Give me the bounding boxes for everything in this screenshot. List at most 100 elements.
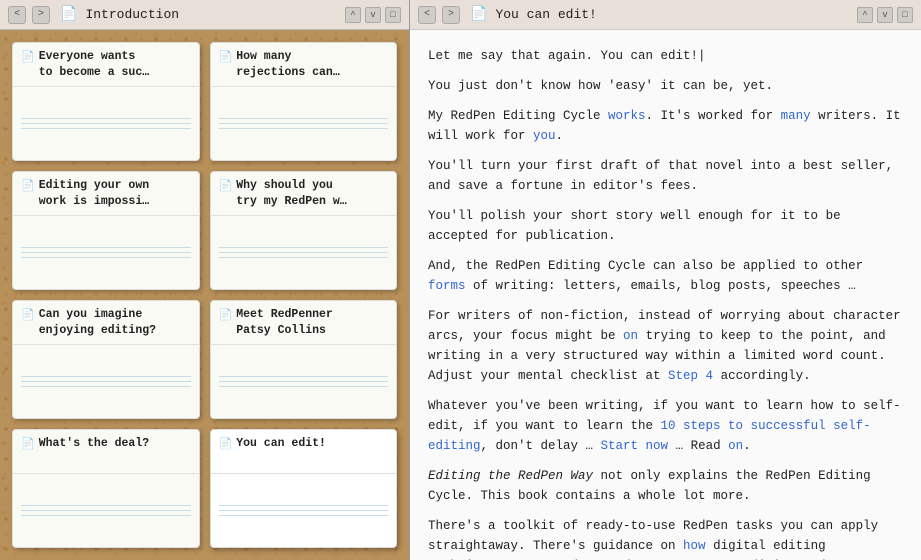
card-line xyxy=(21,376,191,377)
card-lines-4 xyxy=(211,216,397,289)
link-works[interactable]: works xyxy=(608,109,646,123)
card-header-4: 📄 Why should youtry my RedPen w… xyxy=(211,172,397,216)
card-doc-icon-2: 📄 xyxy=(219,50,233,64)
card-lines-3 xyxy=(13,216,199,289)
index-card-5[interactable]: 📄 Can you imagineenjoying editing? xyxy=(12,300,200,419)
link-many[interactable]: many xyxy=(781,109,811,123)
index-card-2[interactable]: 📄 How manyrejections can… xyxy=(210,42,398,161)
card-lines-7 xyxy=(13,474,199,547)
left-doc-icon: 📄 xyxy=(60,6,77,23)
card-line xyxy=(21,123,191,124)
card-line xyxy=(219,386,389,387)
card-title-5: Can you imagineenjoying editing? xyxy=(39,307,156,338)
link-forms[interactable]: forms xyxy=(428,279,466,293)
right-panel: < > 📄 You can edit! ^ v □ Let me say tha… xyxy=(410,0,921,560)
card-line xyxy=(219,128,389,129)
link-step4[interactable]: Step 4 xyxy=(668,369,713,383)
card-header-1: 📄 Everyone wantsto become a suc… xyxy=(13,43,199,87)
card-header-6: 📄 Meet RedPennerPatsy Collins xyxy=(211,301,397,345)
left-win-btn-max[interactable]: □ xyxy=(385,7,401,23)
card-doc-icon-6: 📄 xyxy=(219,308,233,322)
card-line xyxy=(21,252,191,253)
right-win-btn-max[interactable]: □ xyxy=(897,7,913,23)
card-lines-5 xyxy=(13,345,199,418)
link-how[interactable]: how xyxy=(683,539,706,553)
right-doc-icon: 📄 xyxy=(470,6,487,23)
card-line xyxy=(21,128,191,129)
card-line xyxy=(21,510,191,511)
paragraph-5: You'll polish your short story well enou… xyxy=(428,206,903,246)
card-line xyxy=(219,510,389,511)
right-panel-title: You can edit! xyxy=(495,7,596,22)
paragraph-6: And, the RedPen Editing Cycle can also b… xyxy=(428,256,903,296)
card-doc-icon-1: 📄 xyxy=(21,50,35,64)
card-title-4: Why should youtry my RedPen w… xyxy=(236,178,346,209)
left-win-btn-down[interactable]: v xyxy=(365,7,381,23)
card-lines-1 xyxy=(13,87,199,160)
card-line xyxy=(219,252,389,253)
index-card-4[interactable]: 📄 Why should youtry my RedPen w… xyxy=(210,171,398,290)
link-start-now[interactable]: Start now xyxy=(601,439,669,453)
paragraph-7: For writers of non-fiction, instead of w… xyxy=(428,306,903,386)
card-title-7: What's the deal? xyxy=(39,436,149,452)
right-win-btn-down[interactable]: v xyxy=(877,7,893,23)
index-card-7[interactable]: 📄 What's the deal? xyxy=(12,429,200,548)
card-line xyxy=(21,247,191,248)
card-title-1: Everyone wantsto become a suc… xyxy=(39,49,149,80)
left-panel-title: Introduction xyxy=(85,7,179,22)
card-doc-icon-3: 📄 xyxy=(21,179,35,193)
card-header-5: 📄 Can you imagineenjoying editing? xyxy=(13,301,199,345)
index-card-8[interactable]: 📄 You can edit! xyxy=(210,429,398,548)
link-you[interactable]: you xyxy=(533,129,556,143)
card-line xyxy=(21,118,191,119)
index-card-6[interactable]: 📄 Meet RedPennerPatsy Collins xyxy=(210,300,398,419)
paragraph-10: There's a toolkit of ready-to-use RedPen… xyxy=(428,516,903,560)
paragraph-1: Let me say that again. You can edit! xyxy=(428,46,903,66)
right-nav-forward[interactable]: > xyxy=(442,6,460,24)
paragraph-3: My RedPen Editing Cycle works. It's work… xyxy=(428,106,903,146)
index-card-1[interactable]: 📄 Everyone wantsto become a suc… xyxy=(12,42,200,161)
card-title-6: Meet RedPennerPatsy Collins xyxy=(236,307,333,338)
card-line xyxy=(21,515,191,516)
card-header-3: 📄 Editing your ownwork is impossi… xyxy=(13,172,199,216)
card-lines-2 xyxy=(211,87,397,160)
left-window-buttons: ^ v □ xyxy=(345,7,401,23)
card-doc-icon-7: 📄 xyxy=(21,437,35,451)
paragraph-4: You'll turn your first draft of that nov… xyxy=(428,156,903,196)
left-panel: < > 📄 Introduction ^ v □ 📄 Everyone want… xyxy=(0,0,410,560)
card-line xyxy=(219,257,389,258)
text-cursor xyxy=(698,49,706,63)
link-on-2[interactable]: on xyxy=(728,439,743,453)
card-line xyxy=(21,257,191,258)
index-card-3[interactable]: 📄 Editing your ownwork is impossi… xyxy=(12,171,200,290)
card-title-3: Editing your ownwork is impossi… xyxy=(39,178,149,209)
card-line xyxy=(219,118,389,119)
editor-content[interactable]: Let me say that again. You can edit! You… xyxy=(410,30,921,560)
card-title-8: You can edit! xyxy=(236,436,326,452)
left-nav-back[interactable]: < xyxy=(8,6,26,24)
card-doc-icon-8: 📄 xyxy=(219,437,233,451)
card-line xyxy=(21,381,191,382)
italic-editing-redpen-way: Editing the RedPen Way xyxy=(428,469,593,483)
card-line xyxy=(219,123,389,124)
right-titlebar: < > 📄 You can edit! ^ v □ xyxy=(410,0,921,30)
paragraph-8: Whatever you've been writing, if you wan… xyxy=(428,396,903,456)
left-nav-forward[interactable]: > xyxy=(32,6,50,24)
right-nav-back[interactable]: < xyxy=(418,6,436,24)
card-line xyxy=(21,386,191,387)
card-title-2: How manyrejections can… xyxy=(236,49,340,80)
left-titlebar: < > 📄 Introduction ^ v □ xyxy=(0,0,409,30)
card-line xyxy=(219,381,389,382)
right-window-buttons: ^ v □ xyxy=(857,7,913,23)
card-lines-6 xyxy=(211,345,397,418)
card-header-7: 📄 What's the deal? xyxy=(13,430,199,474)
paragraph-9: Editing the RedPen Way not only explains… xyxy=(428,466,903,506)
right-win-btn-up[interactable]: ^ xyxy=(857,7,873,23)
card-doc-icon-4: 📄 xyxy=(219,179,233,193)
link-on-1[interactable]: on xyxy=(623,329,638,343)
card-line xyxy=(219,515,389,516)
card-header-8: 📄 You can edit! xyxy=(211,430,397,474)
card-header-2: 📄 How manyrejections can… xyxy=(211,43,397,87)
card-lines-8 xyxy=(211,474,397,547)
left-win-btn-up[interactable]: ^ xyxy=(345,7,361,23)
